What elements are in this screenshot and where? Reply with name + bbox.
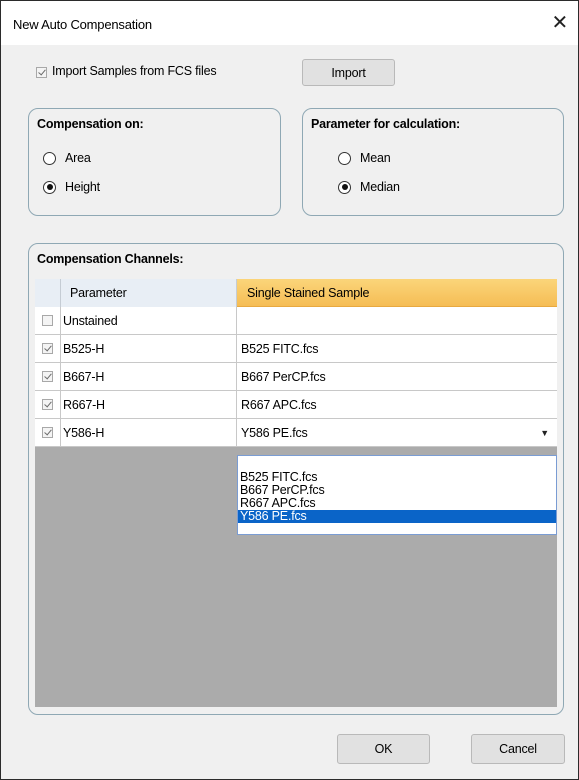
radio-area-label: Area (65, 151, 91, 165)
chevron-down-icon[interactable]: ▼ (540, 419, 549, 447)
dialog-window: New Auto Compensation ✕ Import Samples f… (0, 0, 579, 780)
import-checkbox-label: Import Samples from FCS files (52, 64, 217, 78)
parameter-cell[interactable]: R667-H (61, 391, 237, 419)
table-row[interactable]: R667-H R667 APC.fcs (35, 391, 557, 419)
compensation-on-group: Compensation on: Area Height (28, 108, 281, 216)
sample-dropdown-value: Y586 PE.fcs (241, 426, 308, 440)
table-row[interactable]: Unstained (35, 307, 557, 335)
sample-dropdown-cell[interactable]: Y586 PE.fcs ▼ (237, 419, 557, 447)
radio-area[interactable]: Area (43, 151, 91, 165)
close-icon[interactable]: ✕ (551, 12, 568, 32)
column-header-sample[interactable]: Single Stained Sample (237, 279, 557, 307)
parameter-cell[interactable]: Y586-H (61, 419, 237, 447)
row-checkbox[interactable] (42, 371, 53, 382)
import-samples-checkbox[interactable]: Import Samples from FCS files (36, 64, 217, 79)
row-checkbox[interactable] (42, 399, 53, 410)
sample-cell[interactable]: R667 APC.fcs (237, 391, 557, 419)
dropdown-option-selected[interactable]: Y586 PE.fcs (238, 510, 556, 523)
radio-height-label: Height (65, 180, 100, 194)
cancel-button[interactable]: Cancel (471, 734, 565, 764)
ok-button[interactable]: OK (337, 734, 430, 764)
radio-mean[interactable]: Mean (338, 151, 391, 165)
column-header-parameter[interactable]: Parameter (61, 279, 237, 307)
parameter-cell[interactable]: B667-H (61, 363, 237, 391)
sample-cell[interactable]: B667 PerCP.fcs (237, 363, 557, 391)
compensation-channels-title: Compensation Channels: (37, 252, 184, 266)
radio-median-button[interactable] (338, 180, 351, 194)
window-title: New Auto Compensation (13, 17, 152, 32)
parameter-calculation-group: Parameter for calculation: Mean Median (302, 108, 564, 216)
grid-header-selector (35, 279, 61, 307)
radio-mean-button[interactable] (338, 151, 351, 165)
radio-mean-label: Mean (360, 151, 391, 165)
table-row[interactable]: B525-H B525 FITC.fcs (35, 335, 557, 363)
radio-median-label: Median (360, 180, 400, 194)
grid-header: Parameter Single Stained Sample (35, 279, 557, 307)
radio-median[interactable]: Median (338, 180, 400, 194)
compensation-on-title: Compensation on: (37, 117, 144, 131)
dropdown-option[interactable] (238, 457, 556, 470)
radio-area-button[interactable] (43, 151, 56, 165)
row-checkbox[interactable] (42, 315, 53, 326)
import-checkbox-box[interactable] (36, 67, 47, 79)
sample-dropdown-list[interactable]: B525 FITC.fcs B667 PerCP.fcs R667 APC.fc… (237, 455, 557, 535)
table-row[interactable]: B667-H B667 PerCP.fcs (35, 363, 557, 391)
row-checkbox[interactable] (42, 427, 53, 438)
title-bar: New Auto Compensation ✕ (1, 1, 578, 45)
radio-height-button[interactable] (43, 180, 56, 194)
parameter-cell[interactable]: Unstained (61, 307, 237, 335)
radio-height[interactable]: Height (43, 180, 100, 194)
parameter-calculation-title: Parameter for calculation: (311, 117, 461, 131)
row-checkbox[interactable] (42, 343, 53, 354)
table-row[interactable]: Y586-H Y586 PE.fcs ▼ (35, 419, 557, 447)
sample-cell[interactable]: B525 FITC.fcs (237, 335, 557, 363)
parameter-cell[interactable]: B525-H (61, 335, 237, 363)
sample-cell[interactable] (237, 307, 557, 335)
import-button[interactable]: Import (302, 59, 395, 86)
